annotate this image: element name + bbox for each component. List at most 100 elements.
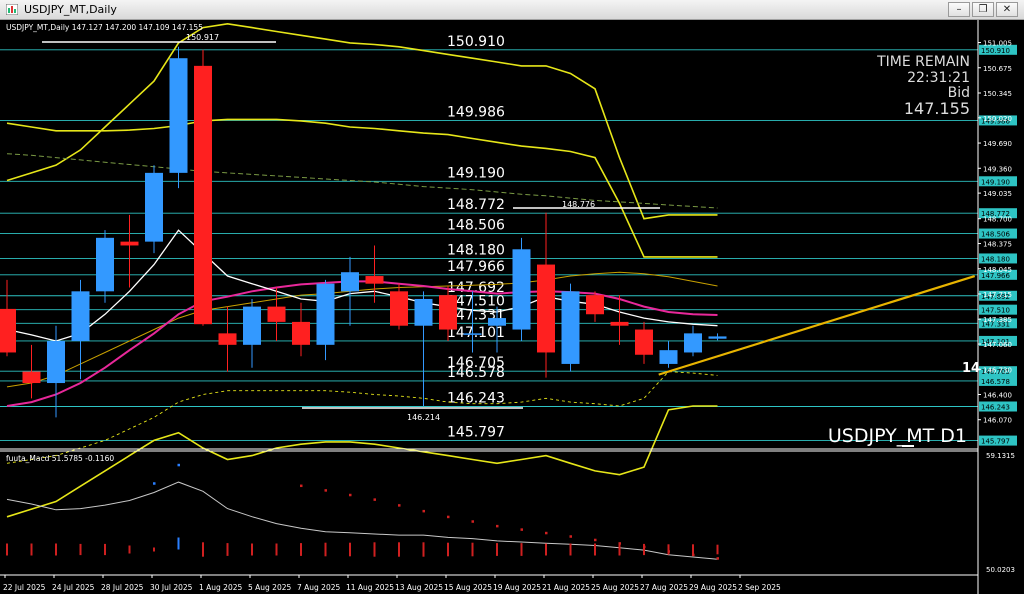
candle-body — [684, 333, 702, 353]
window-titlebar[interactable]: USDJPY_MT,Daily – ❐ ✕ — [0, 0, 1024, 20]
price-tick-label: 151.005 — [983, 40, 1012, 48]
candle-body — [708, 336, 727, 339]
candle-body — [439, 295, 457, 330]
close-button[interactable]: ✕ — [996, 2, 1018, 17]
price-tick-label: 150.345 — [983, 90, 1012, 98]
candle-body — [120, 241, 139, 246]
price-tick-label: 149.360 — [983, 165, 1012, 173]
date-label: 22 Jul 2025 — [3, 583, 46, 592]
min-price-label: 146.214 — [407, 413, 440, 422]
macd-hist-bar — [300, 543, 302, 556]
indicator-axis-top: 59.1315 — [986, 452, 1015, 460]
restore-button[interactable]: ❐ — [972, 2, 994, 17]
macd-signal-dot — [716, 557, 719, 560]
candle-body — [22, 371, 41, 384]
level-label: 148.180 — [447, 242, 505, 258]
level-label: 148.506 — [447, 218, 505, 234]
macd-hist-bar — [324, 542, 327, 557]
level-label: 148.772 — [447, 197, 505, 213]
level-label: 145.797 — [447, 425, 505, 441]
date-label: 1 Aug 2025 — [199, 583, 242, 592]
price-tag: 148.506 — [979, 228, 1017, 239]
price-tick-label: 148.045 — [983, 266, 1012, 274]
price-tag-text: 145.797 — [981, 438, 1010, 446]
macd-hist-bar — [153, 547, 155, 552]
price-tick-label: 148.375 — [983, 241, 1012, 249]
symbol-watermark: USDJPY_MT D1 — [828, 425, 967, 447]
macd-hist-bar — [667, 544, 670, 555]
macd-signal-dot — [177, 463, 180, 467]
price-tick-label: 146.730 — [983, 366, 1012, 374]
date-label: 15 Aug 2025 — [444, 583, 492, 592]
candle-body — [218, 333, 237, 345]
chart-area[interactable]: 150.910 149.986 149.190 148.772 148.506 148.1… — [0, 20, 1024, 594]
window-title: USDJPY_MT,Daily — [24, 3, 117, 16]
level-label: 147.966 — [447, 259, 505, 275]
price-tick-label: 146.400 — [983, 392, 1012, 400]
date-label: 5 Aug 2025 — [248, 583, 291, 592]
price-tick-label: 147.060 — [983, 341, 1012, 349]
price-tag-text: 146.243 — [981, 403, 1010, 411]
bid-value: 147.155 — [904, 99, 970, 118]
candle-body — [561, 291, 580, 364]
macd-hist-bar — [716, 544, 719, 555]
macd-hist-bar — [643, 543, 645, 556]
date-label: 21 Aug 2025 — [542, 583, 590, 592]
max-price-label: 150.917 — [186, 33, 219, 42]
macd-hist-bar — [569, 543, 572, 556]
price-tag: 146.243 — [979, 401, 1017, 412]
indicator-label: fuuta_Macd 51.5785 -0.1160 — [6, 454, 114, 463]
price-tick-label: 149.035 — [983, 190, 1012, 198]
candle-body — [635, 329, 653, 355]
price-tag: 148.180 — [979, 253, 1017, 264]
macd-signal-dot — [349, 493, 352, 497]
macd-hist-bar — [692, 544, 694, 555]
macd-hist-bar — [545, 543, 547, 556]
price-tag: 146.578 — [979, 375, 1017, 386]
macd-hist-bar — [226, 543, 229, 556]
price-tag: 147.510 — [979, 304, 1017, 315]
minimize-button[interactable]: – — [948, 2, 970, 17]
macd-hist-bar — [55, 543, 57, 556]
candle-body — [659, 350, 678, 364]
candle-body — [169, 58, 188, 173]
macd-signal-dot — [153, 482, 156, 485]
macd-signal-dot — [422, 509, 425, 513]
date-label: 2 Sep 2025 — [738, 583, 781, 592]
macd-hist-bar — [496, 543, 498, 556]
candle-body — [390, 291, 408, 326]
macd-hist-bar — [447, 542, 449, 557]
candle-body — [292, 321, 310, 345]
candle — [145, 165, 163, 254]
macd-signal-dot — [594, 538, 597, 542]
macd-signal-dot — [545, 531, 548, 535]
candle-body — [365, 276, 384, 284]
price-tag: 149.190 — [979, 176, 1017, 187]
candle-body — [586, 295, 604, 315]
macd-hist-bar — [79, 543, 82, 556]
candle-body — [316, 283, 335, 345]
candle-body — [488, 318, 506, 326]
price-tick-label: 147.385 — [983, 316, 1012, 324]
candle — [512, 237, 531, 341]
candle-body — [243, 306, 261, 345]
date-label: 28 Jul 2025 — [101, 583, 144, 592]
price-tag: 145.797 — [979, 435, 1017, 446]
macd-hist-bar — [618, 543, 621, 556]
price-tick-label: 150.675 — [983, 65, 1012, 73]
indicator-axis-bottom: 50.0203 — [986, 566, 1015, 574]
time-remain-value: 22:31:21 — [907, 70, 970, 86]
date-label: 30 Jul 2025 — [150, 583, 193, 592]
candle-body — [512, 249, 531, 330]
macd-hist-bar — [104, 543, 106, 556]
price-tick-label: 146.070 — [983, 417, 1012, 425]
macd-hist-bar — [349, 542, 351, 557]
price-tick-label: 149.690 — [983, 140, 1012, 148]
macd-hist-bar — [373, 542, 376, 557]
date-label: 19 Aug 2025 — [493, 583, 541, 592]
candle-body — [537, 264, 555, 353]
macd-hist-bar — [6, 543, 8, 556]
level-label: 146.578 — [447, 365, 505, 381]
candle-body — [267, 306, 286, 322]
macd-hist-bar — [177, 537, 180, 550]
